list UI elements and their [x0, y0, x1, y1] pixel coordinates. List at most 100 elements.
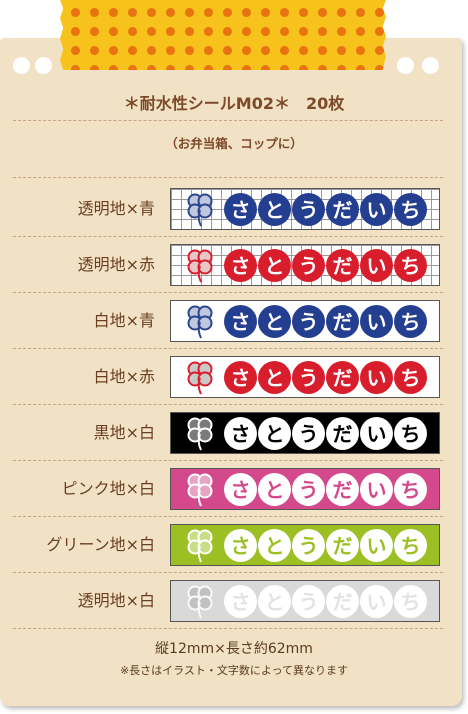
sticker-preview: さとうだいち	[170, 188, 440, 230]
name-character: う	[292, 193, 325, 226]
name-character: と	[258, 529, 291, 562]
name-character: さ	[224, 417, 257, 450]
name-character: だ	[326, 193, 359, 226]
name-character: さ	[224, 249, 257, 282]
punch-hole	[397, 57, 414, 74]
punch-hole	[422, 57, 439, 74]
name-character: ち	[394, 529, 427, 562]
clover-icon-wrap	[183, 360, 217, 396]
name-character: い	[360, 417, 393, 450]
clover-icon	[187, 585, 213, 619]
clover-icon	[187, 417, 213, 451]
clover-icon	[187, 473, 213, 507]
name-character: う	[292, 585, 325, 618]
variant-label: 透明地×白	[77, 591, 155, 610]
sticker-preview: さとうだいち	[170, 580, 440, 622]
clover-icon-wrap	[183, 472, 217, 508]
name-character: ち	[394, 585, 427, 618]
divider-line	[13, 292, 443, 293]
name-character: だ	[326, 529, 359, 562]
name-character: う	[292, 361, 325, 394]
clover-icon	[187, 193, 213, 227]
clover-icon-wrap	[183, 304, 217, 340]
product-subtitle: （お弁当箱、コップに）	[165, 136, 303, 151]
divider-line	[13, 572, 443, 573]
sticker-name: さとうだいち	[224, 529, 427, 562]
name-character: と	[258, 305, 291, 338]
variant-label: 黒地×白	[93, 423, 155, 442]
sticker-preview: さとうだいち	[170, 412, 440, 454]
name-character: う	[292, 305, 325, 338]
name-character: だ	[326, 417, 359, 450]
divider-line	[13, 120, 443, 121]
sticker-name: さとうだいち	[224, 361, 427, 394]
divider-line	[13, 348, 443, 349]
name-character: だ	[326, 585, 359, 618]
clover-icon	[187, 529, 213, 563]
name-character: だ	[326, 305, 359, 338]
variant-label: 白地×赤	[93, 367, 155, 386]
name-character: ち	[394, 193, 427, 226]
sticker-preview: さとうだいち	[170, 468, 440, 510]
clover-icon-wrap	[183, 416, 217, 452]
sticker-preview: さとうだいち	[170, 524, 440, 566]
sticker-preview: さとうだいち	[170, 356, 440, 398]
name-character: う	[292, 417, 325, 450]
name-character: い	[360, 529, 393, 562]
variant-label: ピンク地×白	[61, 479, 155, 498]
name-character: ち	[394, 473, 427, 506]
name-character: い	[360, 473, 393, 506]
punch-hole	[13, 57, 30, 74]
name-character: さ	[224, 361, 257, 394]
name-character: と	[258, 417, 291, 450]
name-character: い	[360, 305, 393, 338]
name-character: と	[258, 249, 291, 282]
name-character: さ	[224, 529, 257, 562]
name-character: と	[258, 585, 291, 618]
clover-icon	[187, 361, 213, 395]
clover-icon-wrap	[183, 192, 217, 228]
name-character: ち	[394, 361, 427, 394]
sticker-name: さとうだいち	[224, 249, 427, 282]
clover-icon	[187, 249, 213, 283]
name-character: だ	[326, 473, 359, 506]
name-character: と	[258, 193, 291, 226]
name-character: い	[360, 193, 393, 226]
divider-line	[13, 460, 443, 461]
sticker-name: さとうだいち	[224, 473, 427, 506]
name-character: さ	[224, 585, 257, 618]
name-character: う	[292, 249, 325, 282]
masking-tape-decoration	[60, 0, 386, 70]
name-character: い	[360, 585, 393, 618]
name-character: さ	[224, 193, 257, 226]
name-character: い	[360, 361, 393, 394]
sticker-name: さとうだいち	[224, 305, 427, 338]
name-character: だ	[326, 361, 359, 394]
name-character: さ	[224, 305, 257, 338]
sticker-name: さとうだいち	[224, 585, 427, 618]
divider-line	[13, 628, 443, 629]
size-info: 縦12mm×長さ約62mm	[155, 641, 313, 657]
product-title: ＊耐水性シールM02＊ 20枚	[123, 94, 345, 113]
name-character: ち	[394, 305, 427, 338]
variant-label: グリーン地×白	[46, 535, 155, 554]
clover-icon-wrap	[183, 248, 217, 284]
variant-label: 白地×青	[93, 311, 155, 330]
name-character: ち	[394, 249, 427, 282]
variant-label: 透明地×赤	[77, 255, 155, 274]
name-character: い	[360, 249, 393, 282]
divider-line	[13, 236, 443, 237]
name-character: う	[292, 473, 325, 506]
name-character: と	[258, 361, 291, 394]
clover-icon-wrap	[183, 584, 217, 620]
name-character: と	[258, 473, 291, 506]
sticker-preview: さとうだいち	[170, 244, 440, 286]
size-note: ※長さはイラスト・文字数によって異なります	[119, 664, 349, 677]
clover-icon	[187, 305, 213, 339]
sticker-preview: さとうだいち	[170, 300, 440, 342]
divider-line	[13, 516, 443, 517]
sticker-name: さとうだいち	[224, 193, 427, 226]
name-character: う	[292, 529, 325, 562]
divider-line	[13, 404, 443, 405]
clover-icon-wrap	[183, 528, 217, 564]
